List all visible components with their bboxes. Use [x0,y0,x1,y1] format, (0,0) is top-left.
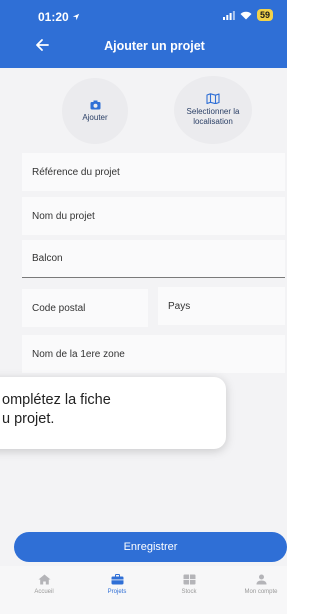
project-name-field[interactable]: Nom du projet [22,197,285,235]
phone-screen: 01:20 59 Ajouter un projet Ajouter Selec… [0,0,287,614]
select-location-label-2: localisation [193,117,233,126]
map-icon [206,93,220,104]
signal-icon [222,10,235,20]
status-time: 01:20 [38,10,80,24]
country-field[interactable]: Pays [158,287,285,325]
country-placeholder: Pays [168,300,191,312]
user-icon [256,574,266,585]
project-type-value: Balcon [32,253,63,264]
select-location-label-1: Selectionner la [186,107,240,116]
briefcase-icon [111,574,123,585]
page-title: Ajouter un projet [104,39,205,53]
location-arrow-icon [72,13,79,21]
time-text: 01:20 [38,10,69,24]
postal-code-placeholder: Code postal [32,302,86,314]
tooltip-line-1: omplétez la fiche [2,392,111,408]
select-location-button[interactable]: Selectionner la localisation [174,76,252,144]
status-indicators: 59 [222,9,273,21]
first-zone-placeholder: Nom de la 1ere zone [32,348,125,360]
add-photo-button[interactable]: Ajouter [62,78,128,144]
nav-item-mon-compte[interactable]: Mon compte [231,574,287,595]
project-name-placeholder: Nom du projet [32,210,95,222]
save-button[interactable]: Enregistrer [14,532,287,562]
add-photo-label: Ajouter [82,112,108,122]
nav-label-stock: Stock [181,589,197,595]
nav-label-projets: Projets [107,589,127,595]
battery-icon: 59 [256,9,273,21]
onboarding-tooltip: omplétez la fiche u projet. [0,377,226,449]
nav-item-accueil[interactable]: Accueil [14,574,74,595]
bottom-nav: Accueil Projets Stock Mon compte [0,566,287,614]
home-icon [38,574,50,585]
wifi-icon [240,11,252,19]
stock-icon [183,574,195,585]
camera-icon [90,100,100,109]
project-type-field[interactable]: Balcon [22,240,285,278]
project-reference-placeholder: Référence du projet [32,166,120,178]
tooltip-line-2: u projet. [2,411,55,427]
nav-item-stock[interactable]: Stock [159,574,219,595]
nav-label-accueil: Accueil [34,589,54,595]
nav-item-projets[interactable]: Projets [87,574,147,595]
first-zone-field[interactable]: Nom de la 1ere zone [22,335,285,373]
project-reference-field[interactable]: Référence du projet [22,153,285,191]
postal-code-field[interactable]: Code postal [22,289,148,327]
app-header: 01:20 59 Ajouter un projet [0,0,287,68]
nav-label-mon-compte: Mon compte [244,589,278,595]
